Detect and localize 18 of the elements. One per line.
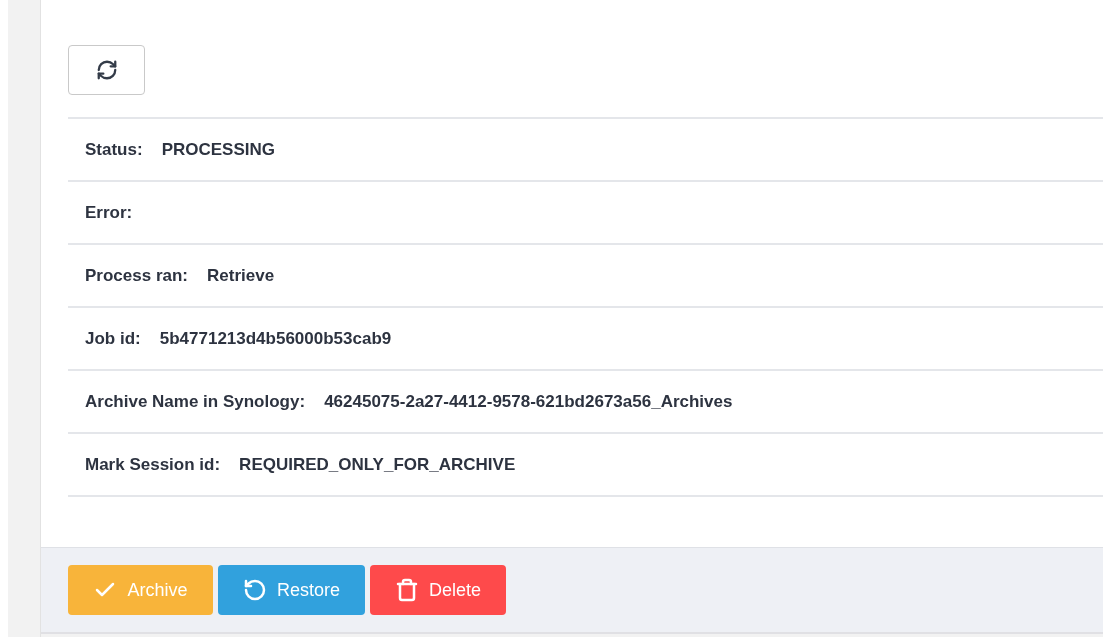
field-value: PROCESSING [161, 138, 275, 161]
field-label: Error: [85, 201, 133, 224]
field-label: Mark Session id: [85, 453, 221, 476]
field-value: 46245075-2a27-4412-9578-621bd2673a56_Archives [324, 390, 733, 413]
field-value: REQUIRED_ONLY_FOR_ARCHIVE [239, 453, 516, 476]
field-value: 5b4771213d4b56000b53cab9 [159, 327, 392, 350]
field-label: Process ran: [85, 264, 188, 287]
archive-button[interactable]: Archive [68, 565, 213, 615]
trash-icon [395, 578, 419, 602]
field-label: Archive Name in Synology: [85, 390, 306, 413]
refresh-button[interactable] [68, 45, 145, 95]
restore-button[interactable]: Restore [218, 565, 365, 615]
undo-icon [243, 578, 267, 602]
delete-button[interactable]: Delete [370, 565, 506, 615]
field-label: Status: [85, 138, 143, 161]
field-value: Retrieve [207, 264, 275, 287]
refresh-icon [95, 59, 118, 81]
field-label: Job id: [85, 327, 141, 350]
